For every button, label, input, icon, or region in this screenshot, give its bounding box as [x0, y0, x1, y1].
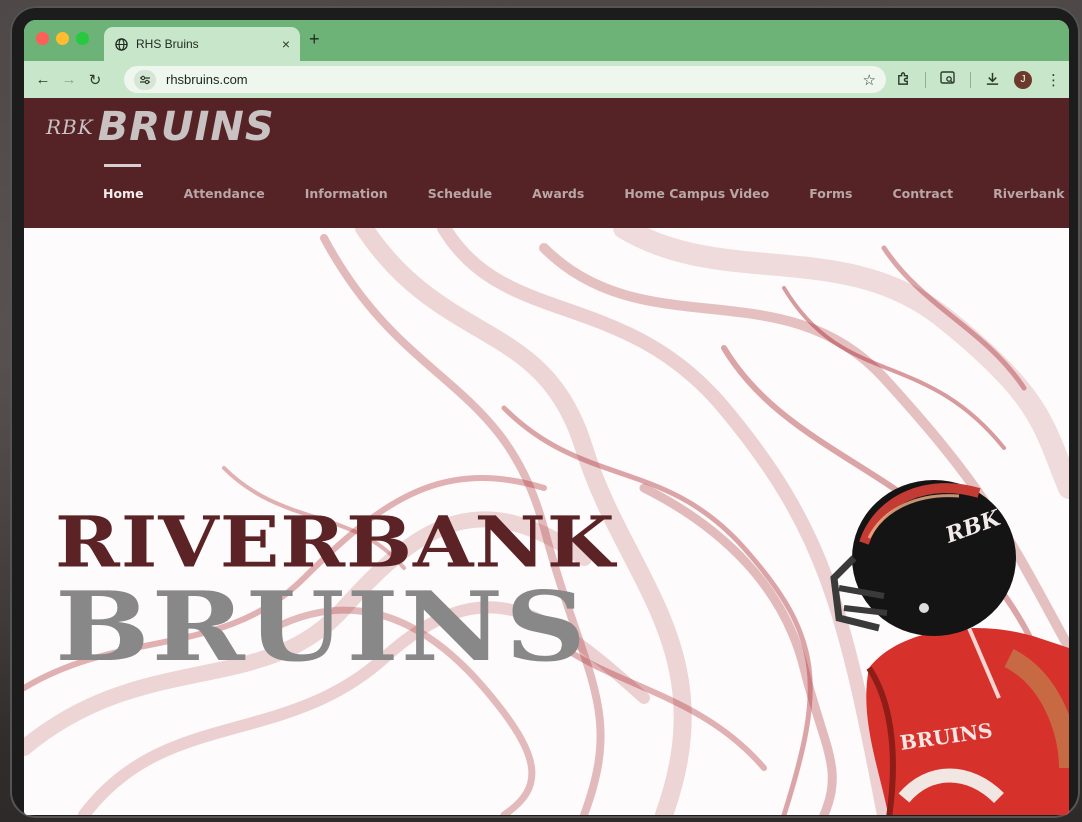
nav-forms[interactable]: Forms: [789, 186, 872, 201]
logo-underline: [104, 164, 141, 167]
football-player-image: BRUINS RBK: [830, 480, 1069, 815]
device-frame: RHS Bruins × + ← → ↻ rhsbruins.com ☆ J ⋮…: [10, 6, 1080, 818]
globe-icon: [114, 37, 128, 51]
back-icon[interactable]: ←: [30, 71, 56, 88]
browser-window: RHS Bruins × + ← → ↻ rhsbruins.com ☆ J ⋮…: [24, 20, 1069, 815]
tab-search-icon[interactable]: [940, 71, 956, 88]
browser-toolbar: ← → ↻ rhsbruins.com ☆ J ⋮: [24, 61, 1069, 98]
zoom-window-button[interactable]: [76, 32, 89, 45]
site-settings-icon[interactable]: [134, 69, 156, 90]
logo-mark: RBK: [46, 115, 94, 139]
nav-contract[interactable]: Contract: [873, 186, 974, 201]
close-tab-button[interactable]: ×: [282, 36, 290, 52]
toolbar-divider: [970, 71, 971, 88]
address-bar[interactable]: rhsbruins.com ☆: [124, 66, 886, 93]
nav-riverbank-outlaws[interactable]: Riverbank Outlaws: [973, 186, 1069, 201]
site-header: RBK BRUINS Home Attendance Information S…: [24, 98, 1069, 228]
tab-strip: RHS Bruins × +: [24, 20, 1069, 61]
nav-home-campus-video[interactable]: Home Campus Video: [604, 186, 789, 201]
site-logo[interactable]: RBK BRUINS: [46, 104, 275, 150]
bookmark-star-icon[interactable]: ☆: [863, 71, 876, 89]
window-controls: [36, 32, 89, 45]
menu-icon[interactable]: ⋮: [1046, 71, 1061, 89]
hero-title-riverbank: RIVERBANK: [55, 501, 616, 584]
new-tab-button[interactable]: +: [309, 29, 320, 50]
nav-information[interactable]: Information: [285, 186, 408, 201]
download-icon[interactable]: [985, 71, 1000, 89]
toolbar-divider: [925, 71, 926, 88]
extensions-icon[interactable]: [896, 71, 911, 89]
forward-icon[interactable]: →: [56, 71, 82, 88]
nav-home[interactable]: Home: [83, 186, 164, 201]
nav-attendance[interactable]: Attendance: [164, 186, 285, 201]
tab-rhs-bruins[interactable]: RHS Bruins ×: [104, 27, 300, 61]
toolbar-actions: J ⋮: [896, 61, 1061, 98]
hero-title-bruins: BRUINS: [55, 571, 589, 683]
logo-text: BRUINS: [97, 104, 275, 150]
hero-banner: RIVERBANK BRUINS BRUINS RBK: [24, 228, 1069, 815]
tab-title: RHS Bruins: [136, 37, 199, 51]
url-text: rhsbruins.com: [166, 72, 248, 87]
nav-awards[interactable]: Awards: [512, 186, 604, 201]
close-window-button[interactable]: [36, 32, 49, 45]
minimize-window-button[interactable]: [56, 32, 69, 45]
main-nav: Home Attendance Information Schedule Awa…: [83, 186, 1069, 201]
nav-schedule[interactable]: Schedule: [408, 186, 512, 201]
reload-icon[interactable]: ↻: [82, 71, 108, 89]
account-avatar[interactable]: J: [1014, 70, 1032, 89]
